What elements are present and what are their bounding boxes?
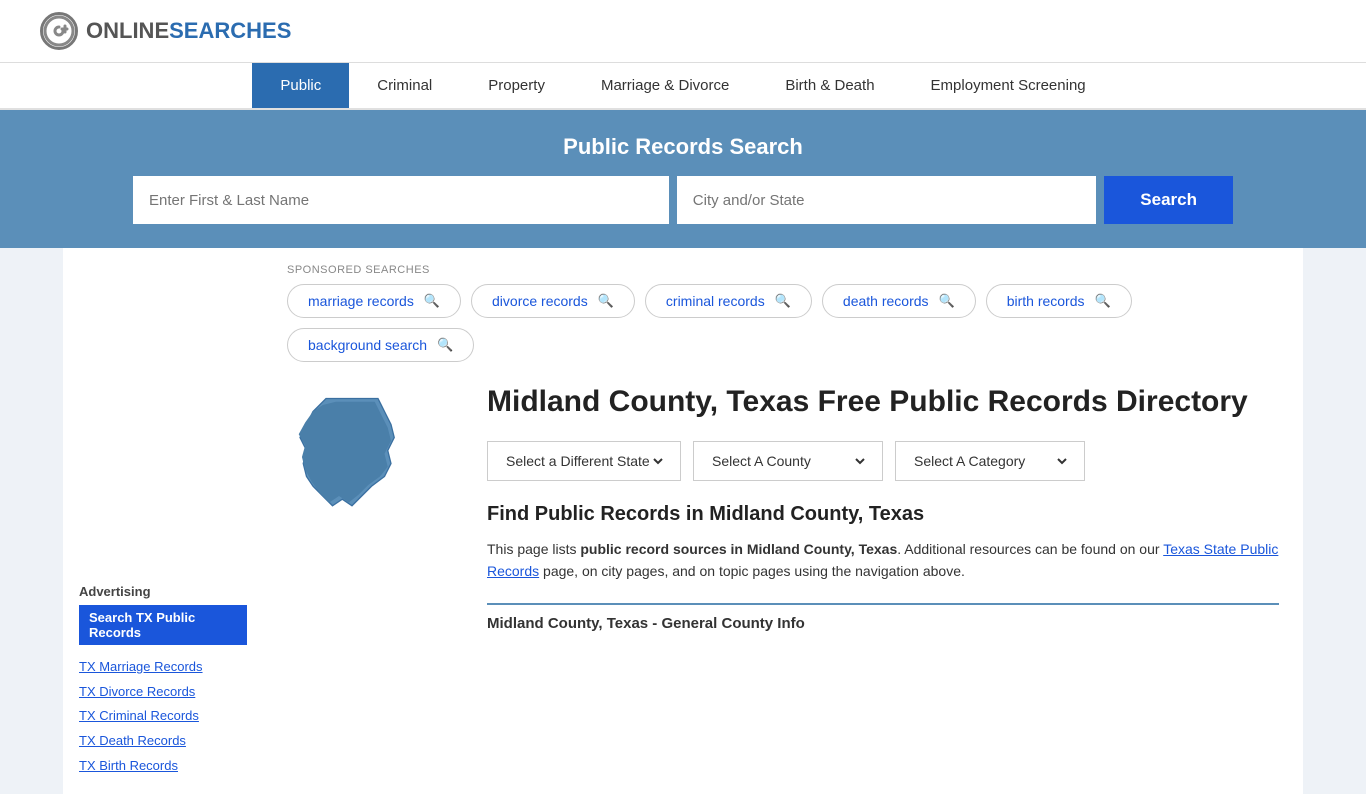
sidebar-links: TX Marriage Records TX Divorce Records T…: [79, 655, 247, 778]
search-icon: 🔍: [775, 293, 791, 309]
tag-birth[interactable]: birth records 🔍: [986, 284, 1132, 318]
state-select[interactable]: Select a Different State: [502, 452, 666, 470]
content-body: Midland County, Texas Free Public Record…: [287, 382, 1279, 632]
sidebar-link-death[interactable]: TX Death Records: [79, 729, 247, 754]
main-nav: Public Criminal Property Marriage & Divo…: [0, 63, 1366, 110]
logo-text: ONLINESEARCHES: [86, 18, 291, 44]
nav-employment[interactable]: Employment Screening: [903, 63, 1114, 108]
sponsored-label: SPONSORED SEARCHES: [287, 264, 1279, 276]
tag-criminal[interactable]: criminal records 🔍: [645, 284, 812, 318]
county-dropdown[interactable]: Select A County: [693, 441, 883, 481]
search-button[interactable]: Search: [1104, 176, 1233, 224]
tag-marriage[interactable]: marriage records 🔍: [287, 284, 461, 318]
county-select[interactable]: Select A County: [708, 452, 868, 470]
content-left: [287, 382, 467, 632]
county-title: Midland County, Texas Free Public Record…: [487, 382, 1279, 421]
logo-icon: [40, 12, 78, 50]
nav-birth-death[interactable]: Birth & Death: [757, 63, 902, 108]
main-container: Advertising Search TX Public Records TX …: [63, 248, 1303, 794]
search-banner: Public Records Search Search: [0, 110, 1366, 248]
nav-criminal[interactable]: Criminal: [349, 63, 460, 108]
sidebar-link-birth[interactable]: TX Birth Records: [79, 754, 247, 779]
location-input[interactable]: [677, 176, 1097, 224]
texas-map: [287, 392, 467, 525]
content-area: SPONSORED SEARCHES marriage records 🔍 di…: [263, 248, 1303, 794]
search-icon: 🔍: [939, 293, 955, 309]
list-item: TX Divorce Records: [79, 680, 247, 705]
sidebar-link-divorce[interactable]: TX Divorce Records: [79, 680, 247, 705]
list-item: TX Birth Records: [79, 754, 247, 779]
section-subtitle: Midland County, Texas - General County I…: [487, 615, 1279, 632]
search-icon: 🔍: [1095, 293, 1111, 309]
list-item: TX Criminal Records: [79, 704, 247, 729]
content-right: Midland County, Texas Free Public Record…: [467, 382, 1279, 632]
state-dropdown[interactable]: Select a Different State: [487, 441, 681, 481]
section-divider: [487, 603, 1279, 605]
logo: ONLINESEARCHES: [40, 12, 291, 50]
nav-marriage-divorce[interactable]: Marriage & Divorce: [573, 63, 757, 108]
nav-public[interactable]: Public: [252, 63, 349, 108]
search-icon: 🔍: [598, 293, 614, 309]
nav-property[interactable]: Property: [460, 63, 573, 108]
name-input[interactable]: [133, 176, 669, 224]
sidebar-link-marriage[interactable]: TX Marriage Records: [79, 655, 247, 680]
sidebar: Advertising Search TX Public Records TX …: [63, 248, 263, 794]
tag-divorce[interactable]: divorce records 🔍: [471, 284, 635, 318]
search-form: Search: [133, 176, 1233, 224]
category-select[interactable]: Select A Category: [910, 452, 1070, 470]
list-item: TX Marriage Records: [79, 655, 247, 680]
find-description: This page lists public record sources in…: [487, 538, 1279, 583]
search-icon: 🔍: [437, 337, 453, 353]
category-dropdown[interactable]: Select A Category: [895, 441, 1085, 481]
advertising-label: Advertising: [79, 584, 247, 599]
dropdown-row: Select a Different State Select A County…: [487, 441, 1279, 481]
banner-title: Public Records Search: [40, 134, 1326, 160]
search-icon: 🔍: [424, 293, 440, 309]
ad-button[interactable]: Search TX Public Records: [79, 605, 247, 645]
texas-map-svg: [287, 392, 417, 522]
tag-background[interactable]: background search 🔍: [287, 328, 474, 362]
find-title: Find Public Records in Midland County, T…: [487, 503, 1279, 526]
search-tags: marriage records 🔍 divorce records 🔍 cri…: [287, 284, 1279, 362]
tag-death[interactable]: death records 🔍: [822, 284, 976, 318]
list-item: TX Death Records: [79, 729, 247, 754]
header: ONLINESEARCHES Public Criminal Property …: [0, 0, 1366, 110]
sidebar-link-criminal[interactable]: TX Criminal Records: [79, 704, 247, 729]
